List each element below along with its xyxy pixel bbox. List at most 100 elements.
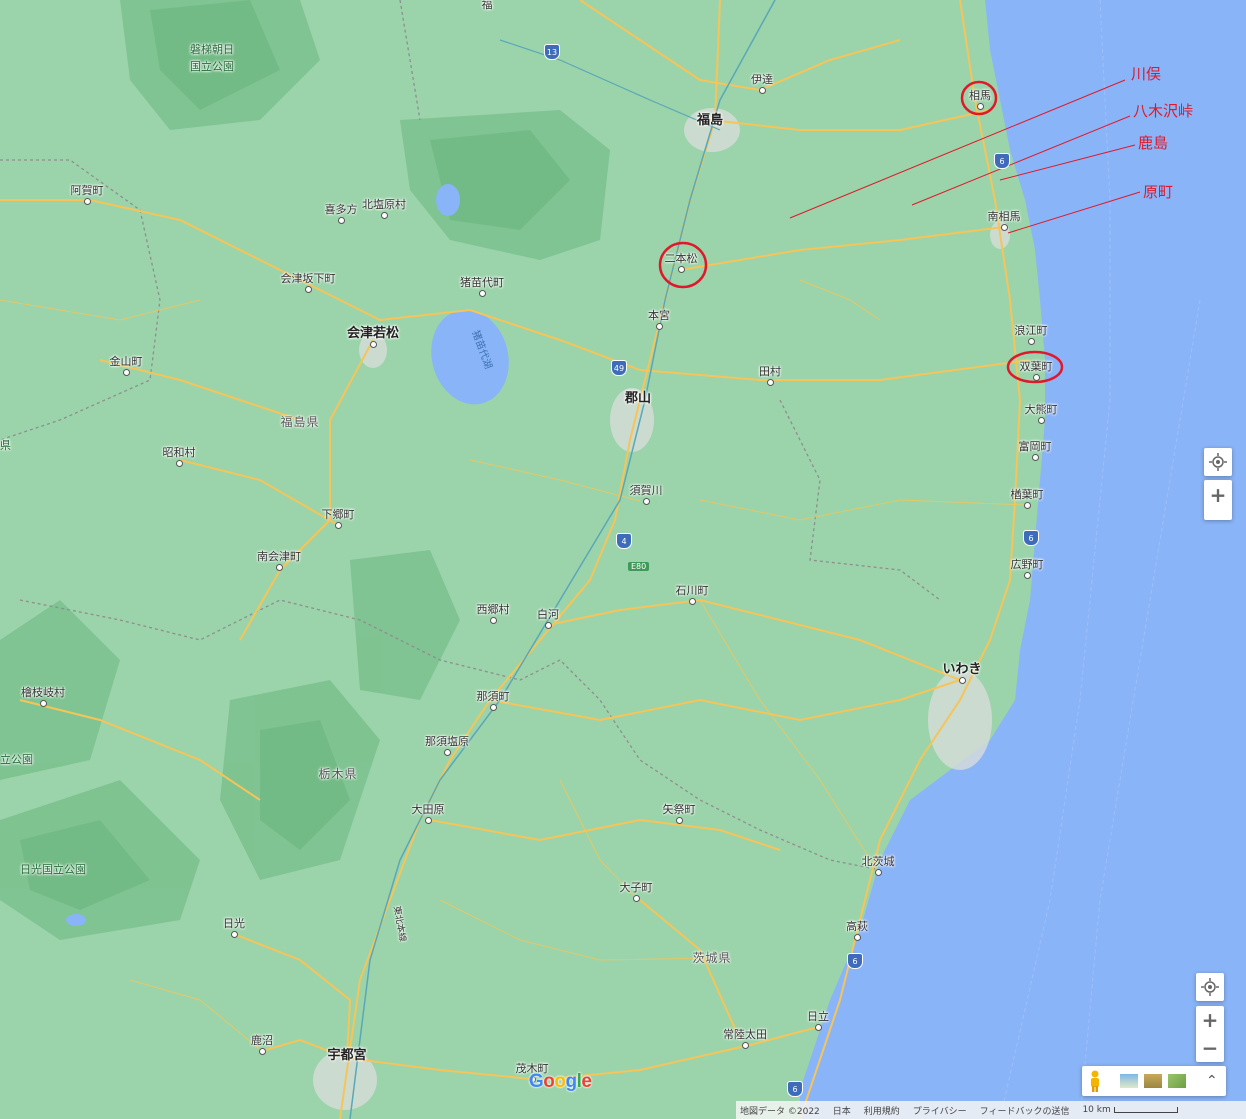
zoom-in-small-button[interactable]: +	[1204, 480, 1232, 510]
city-label[interactable]: 会津若松	[347, 327, 399, 340]
city-label[interactable]: 石川町	[676, 585, 709, 597]
city-marker[interactable]	[335, 522, 342, 529]
city-marker[interactable]	[1033, 374, 1040, 381]
city-marker[interactable]	[84, 198, 91, 205]
city-marker[interactable]	[381, 212, 388, 219]
collapse-layers-button[interactable]: ⌃	[1206, 1073, 1218, 1089]
city-label[interactable]: 金山町	[110, 356, 143, 368]
map-canvas[interactable]	[0, 0, 1246, 1119]
city-label[interactable]: 大田原	[412, 804, 445, 816]
city-marker[interactable]	[759, 87, 766, 94]
city-label[interactable]: 下郷町	[322, 509, 355, 521]
feedback-link[interactable]: フィードバックの送信	[980, 1104, 1070, 1117]
city-label[interactable]: 富岡町	[1019, 441, 1052, 453]
city-marker[interactable]	[1038, 417, 1045, 424]
zoom-out-button[interactable]: −	[1196, 1034, 1224, 1062]
city-label[interactable]: 郡山	[625, 392, 651, 405]
city-label[interactable]: 伊達	[751, 74, 773, 86]
layer-thumb-satellite[interactable]	[1120, 1074, 1138, 1088]
city-marker[interactable]	[854, 934, 861, 941]
my-location-button-lower[interactable]	[1196, 973, 1224, 1001]
city-label[interactable]: 常陸太田	[723, 1029, 767, 1041]
terms-link[interactable]: 利用規約	[864, 1104, 900, 1117]
city-label[interactable]: 喜多方	[325, 204, 358, 216]
layer-thumb-map[interactable]	[1168, 1074, 1186, 1088]
city-label[interactable]: 福	[482, 0, 493, 11]
city-label[interactable]: 那須塩原	[425, 736, 469, 748]
city-label[interactable]: 昭和村	[163, 447, 196, 459]
layer-thumb-terrain[interactable]	[1144, 1074, 1162, 1088]
city-label[interactable]: 本宮	[648, 310, 670, 322]
city-marker[interactable]	[767, 379, 774, 386]
city-label[interactable]: 広野町	[1011, 559, 1044, 571]
city-label[interactable]: 矢祭町	[663, 804, 696, 816]
city-marker[interactable]	[1024, 502, 1031, 509]
city-marker[interactable]	[875, 869, 882, 876]
city-label[interactable]: 西郷村	[477, 604, 510, 616]
city-marker[interactable]	[643, 498, 650, 505]
city-marker[interactable]	[231, 931, 238, 938]
city-label[interactable]: 阿賀町	[71, 185, 104, 197]
prefecture-label: 茨城県	[692, 951, 732, 965]
city-marker[interactable]	[123, 369, 130, 376]
city-label[interactable]: 楢葉町	[1011, 489, 1044, 501]
city-label[interactable]: 北茨城	[862, 856, 895, 868]
city-label[interactable]: 福島	[697, 114, 723, 127]
city-marker[interactable]	[490, 617, 497, 624]
city-label[interactable]: 白河	[537, 609, 559, 621]
city-marker[interactable]	[370, 341, 377, 348]
city-label[interactable]: 北塩原村	[362, 199, 406, 211]
city-marker[interactable]	[742, 1042, 749, 1049]
city-marker[interactable]	[689, 598, 696, 605]
city-label[interactable]: 日光	[223, 918, 245, 930]
city-marker[interactable]	[678, 266, 685, 273]
city-label[interactable]: 大子町	[620, 882, 653, 894]
city-label[interactable]: いわき	[942, 663, 981, 676]
city-label[interactable]: 双葉町	[1020, 361, 1053, 373]
city-label[interactable]: 会津坂下町	[281, 273, 336, 285]
zoom-in-button[interactable]: +	[1196, 1006, 1224, 1034]
city-label[interactable]: 浪江町	[1015, 325, 1048, 337]
city-marker[interactable]	[305, 286, 312, 293]
city-label[interactable]: 宇都宮	[327, 1049, 366, 1062]
pegman-icon[interactable]	[1088, 1070, 1102, 1092]
city-marker[interactable]	[479, 290, 486, 297]
city-marker[interactable]	[1001, 224, 1008, 231]
city-label[interactable]: 相馬	[969, 90, 991, 102]
city-marker[interactable]	[676, 817, 683, 824]
city-marker[interactable]	[959, 677, 966, 684]
city-marker[interactable]	[815, 1024, 822, 1031]
city-label[interactable]: 南相馬	[988, 211, 1021, 223]
city-label[interactable]: 檜枝岐村	[21, 687, 65, 699]
city-label[interactable]: 猪苗代町	[460, 277, 504, 289]
city-label[interactable]: 二本松	[665, 253, 698, 265]
city-marker[interactable]	[276, 564, 283, 571]
footer-country[interactable]: 日本	[833, 1104, 851, 1117]
city-label[interactable]: 高萩	[846, 921, 868, 933]
city-marker[interactable]	[1028, 338, 1035, 345]
city-marker[interactable]	[490, 704, 497, 711]
city-marker[interactable]	[444, 749, 451, 756]
city-label[interactable]: 日立	[807, 1011, 829, 1023]
city-label[interactable]: 那須町	[477, 691, 510, 703]
city-marker[interactable]	[259, 1048, 266, 1055]
city-label[interactable]: 大熊町	[1025, 404, 1058, 416]
my-location-button[interactable]	[1204, 448, 1232, 476]
city-marker[interactable]	[977, 103, 984, 110]
city-marker[interactable]	[40, 700, 47, 707]
annotation-yagisawa-pass: 八木沢峠	[1133, 102, 1194, 120]
city-marker[interactable]	[1032, 454, 1039, 461]
city-label[interactable]: 田村	[759, 366, 781, 378]
city-marker[interactable]	[1024, 572, 1031, 579]
city-marker[interactable]	[176, 460, 183, 467]
city-label[interactable]: 鹿沼	[251, 1035, 273, 1047]
city-marker[interactable]	[633, 895, 640, 902]
city-marker[interactable]	[338, 217, 345, 224]
city-marker[interactable]	[656, 323, 663, 330]
city-label[interactable]: 南会津町	[257, 551, 301, 563]
city-marker[interactable]	[425, 817, 432, 824]
scale-label[interactable]: 10 km	[1082, 1105, 1178, 1115]
privacy-link[interactable]: プライバシー	[913, 1104, 967, 1117]
city-label[interactable]: 須賀川	[630, 485, 663, 497]
city-marker[interactable]	[545, 622, 552, 629]
